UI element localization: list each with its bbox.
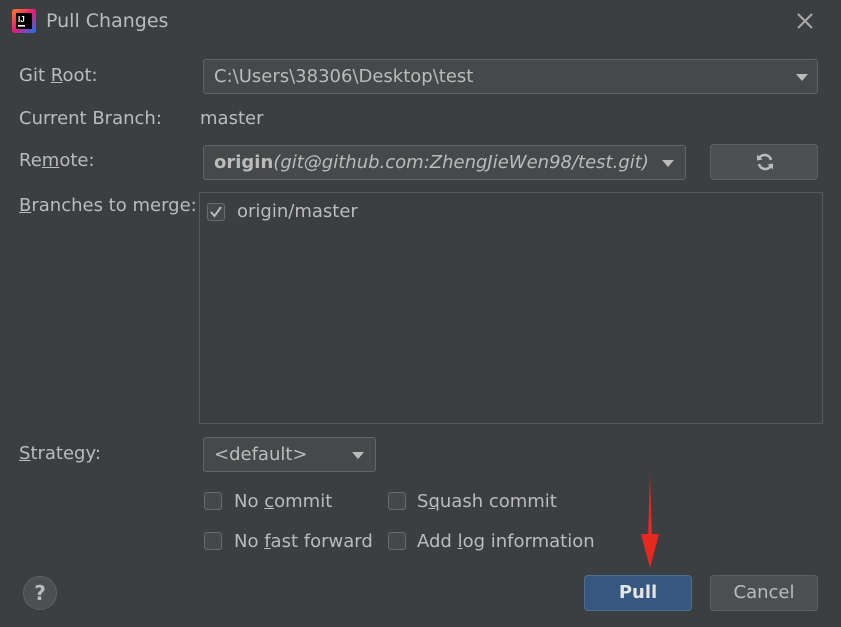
remote-url: (git@github.com:ZhengJieWen98/test.git) [273, 152, 649, 173]
remote-dropdown[interactable]: origin(git@github.com:ZhengJieWen98/test… [203, 145, 686, 180]
strategy-dropdown[interactable]: <default> [203, 437, 376, 472]
svg-text:IJ: IJ [18, 15, 25, 24]
annotation-arrow-icon [641, 474, 659, 568]
dialog-title: Pull Changes [46, 10, 169, 32]
no-commit-checkbox[interactable] [204, 492, 222, 510]
branch-checkbox[interactable] [207, 203, 225, 221]
current-branch-value: master [200, 108, 264, 129]
chevron-down-icon [796, 74, 808, 81]
refresh-remotes-button[interactable] [710, 144, 818, 180]
strategy-value: <default> [214, 444, 308, 465]
chevron-down-icon [662, 160, 674, 167]
remote-label: Remote: [19, 150, 95, 171]
squash-commit-checkbox[interactable] [388, 492, 406, 510]
pull-button[interactable]: Pull [584, 575, 692, 611]
git-root-value: C:\Users\38306\Desktop\test [214, 66, 474, 87]
branch-name: origin/master [237, 201, 358, 222]
add-log-information-label[interactable]: Add log information [417, 531, 595, 552]
add-log-information-checkbox[interactable] [388, 532, 406, 550]
remote-name: origin [214, 152, 274, 173]
close-icon[interactable] [794, 10, 816, 32]
strategy-label: Strategy: [19, 443, 101, 464]
title-bar: IJ Pull Changes [0, 0, 841, 44]
git-root-dropdown[interactable]: C:\Users\38306\Desktop\test [203, 59, 818, 94]
chevron-down-icon [352, 452, 364, 459]
cancel-button[interactable]: Cancel [710, 575, 818, 611]
remote-value: origin(git@github.com:ZhengJieWen98/test… [214, 152, 649, 173]
git-root-label: Git Root: [19, 65, 98, 86]
no-commit-label[interactable]: No commit [234, 491, 332, 512]
no-fast-forward-checkbox[interactable] [204, 532, 222, 550]
squash-commit-label[interactable]: Squash commit [417, 491, 557, 512]
no-fast-forward-label[interactable]: No fast forward [234, 531, 373, 552]
checkmark-icon [210, 206, 222, 218]
list-item[interactable]: origin/master [206, 201, 506, 225]
current-branch-label: Current Branch: [19, 108, 162, 129]
branches-to-merge-label: Branches to merge: [19, 195, 197, 216]
help-button[interactable]: ? [23, 576, 57, 610]
refresh-icon [757, 153, 773, 171]
branches-list: origin/master [199, 192, 823, 424]
intellij-app-icon: IJ [12, 9, 36, 33]
